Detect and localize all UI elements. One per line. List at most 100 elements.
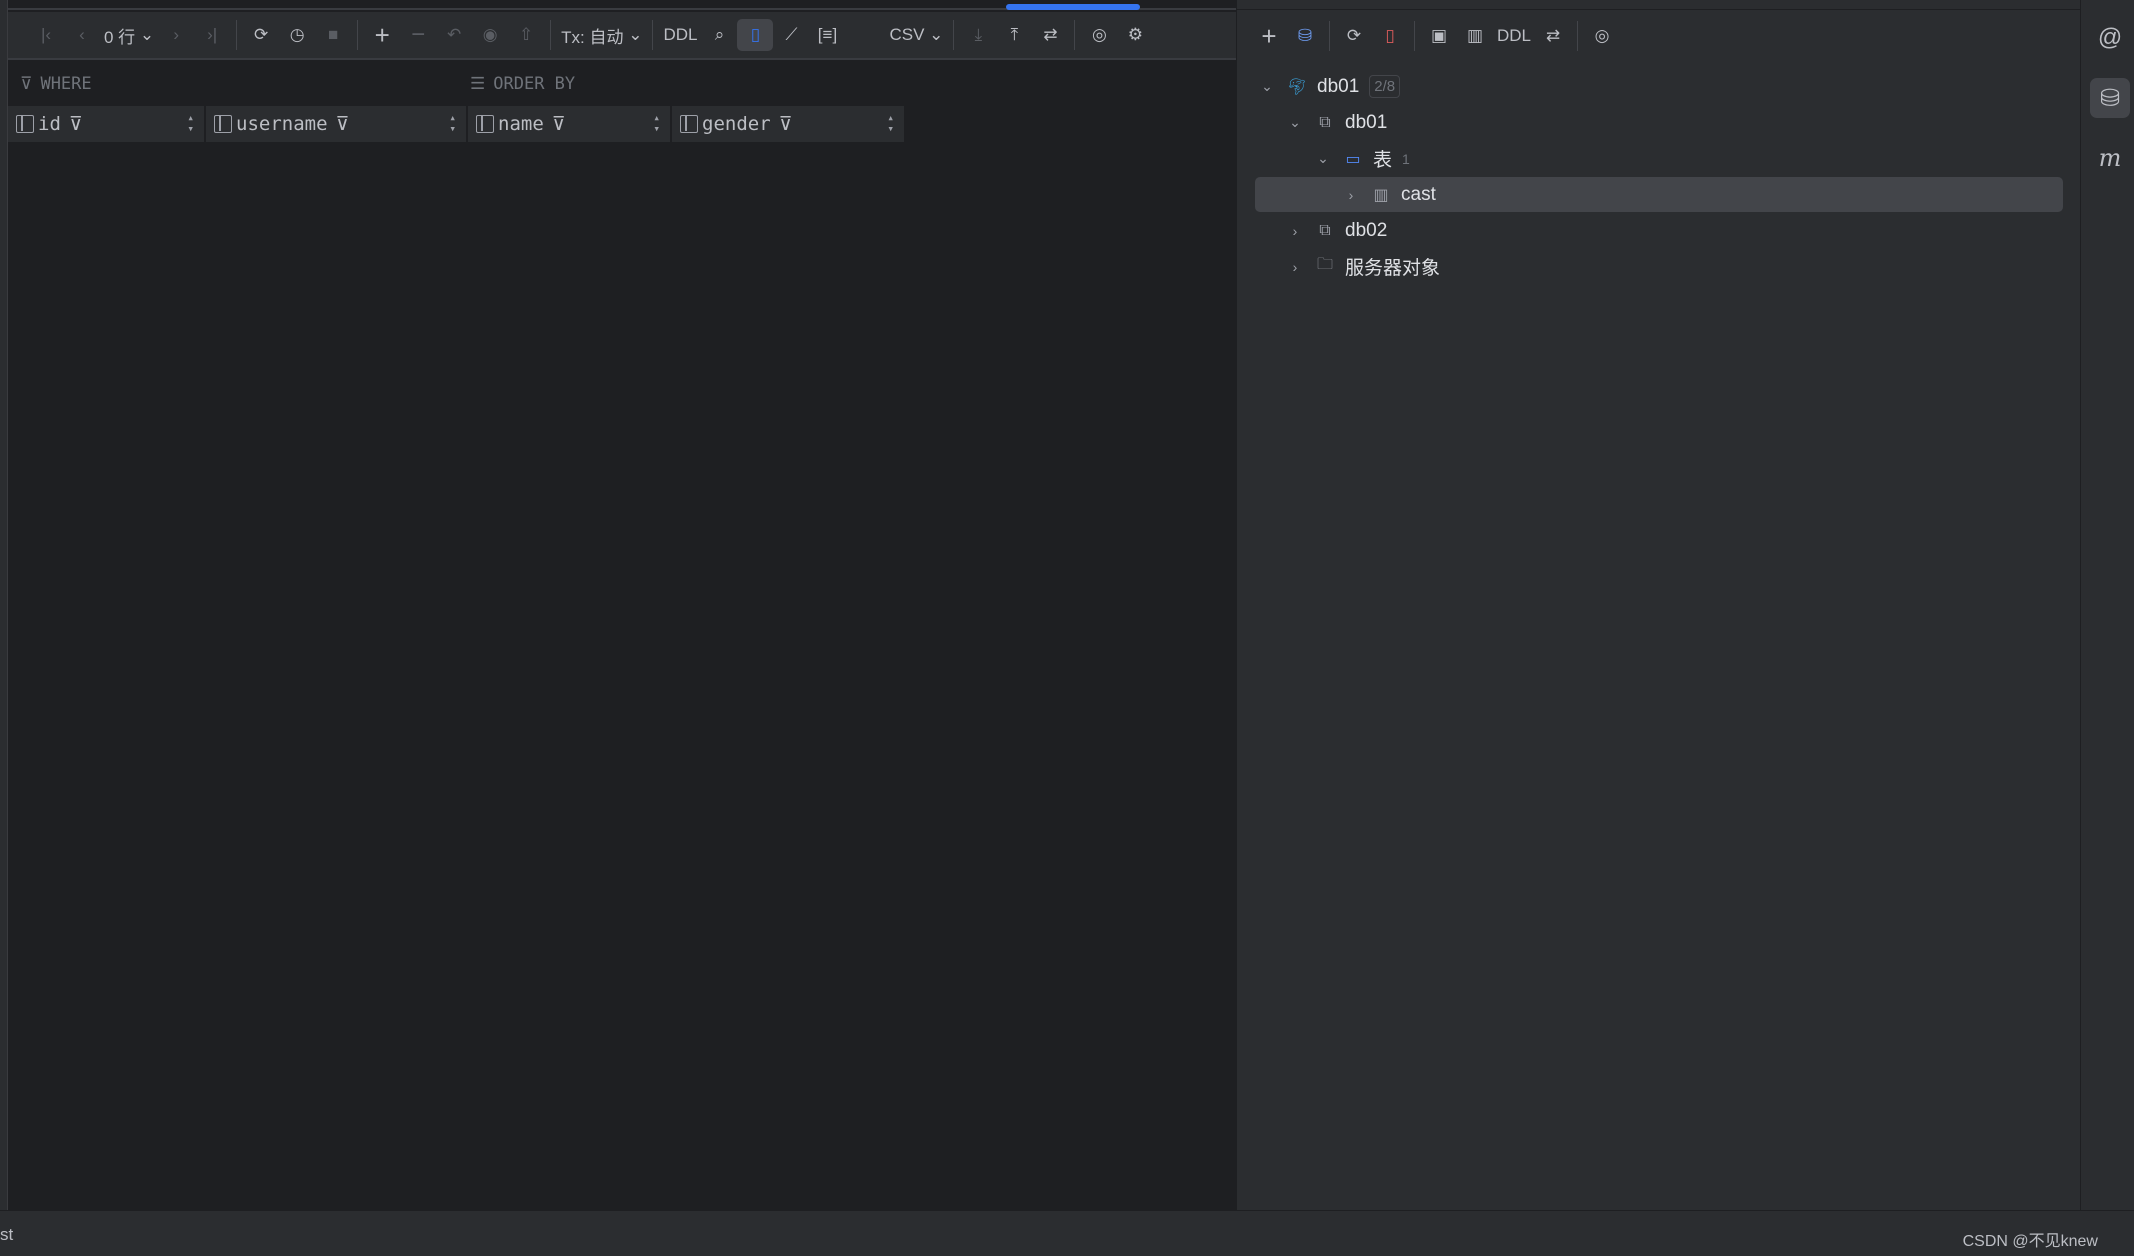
tree-label: db01	[1317, 75, 1360, 97]
submit-icon[interactable]: ⇧	[508, 19, 544, 51]
chevron-down-icon[interactable]: ⌄	[1257, 78, 1277, 95]
datasource-properties-icon[interactable]: ⛁	[1287, 20, 1323, 52]
ai-assistant-icon[interactable]: @	[2090, 18, 2130, 58]
status-text: st	[0, 1225, 14, 1244]
schema-icon: ⧉	[1319, 221, 1331, 239]
right-tool-strip: @ ⛁ m	[2080, 0, 2134, 1210]
row-count-dropdown[interactable]: 0 行 ⌄	[100, 19, 158, 51]
schema-icon: ⧉	[1319, 113, 1331, 131]
sort-arrows-icon[interactable]: ▴ ▾	[887, 112, 894, 134]
tree-item-table-cast[interactable]: › ▥ cast	[1255, 177, 2063, 212]
order-by-label: ORDER BY	[493, 74, 576, 94]
chevron-right-icon[interactable]: ›	[1285, 259, 1305, 275]
sort-arrows-icon[interactable]: ▴ ▾	[187, 112, 194, 134]
where-label: WHERE	[40, 74, 92, 94]
column-header-username[interactable]: username ⊽ ▴ ▾	[206, 106, 468, 142]
column-icon	[16, 115, 34, 133]
result-grid-panel	[8, 0, 1236, 1210]
divider	[357, 20, 359, 50]
tree-item-schema-db01[interactable]: ⌄ ⧉ db01	[1255, 105, 2063, 140]
tree-item-tables-folder[interactable]: ⌄ ▭ 表 1	[1255, 141, 2063, 176]
chevron-right-icon[interactable]: ›	[1341, 187, 1361, 203]
order-by-filter[interactable]: ☰ ORDER BY	[470, 74, 575, 94]
sort-arrows-icon[interactable]: ▴ ▾	[449, 112, 456, 134]
column-label: gender	[702, 113, 771, 135]
chevron-down-icon[interactable]: ⌄	[1285, 114, 1305, 131]
preview-icon[interactable]: ◉	[472, 19, 508, 51]
filter-row: ⊽ WHERE ☰ ORDER BY	[8, 66, 1236, 102]
divider	[236, 20, 238, 50]
revert-icon[interactable]: ↶	[436, 19, 472, 51]
refresh-icon[interactable]: ⟳	[243, 19, 279, 51]
prev-page-icon[interactable]: ‹	[64, 19, 100, 51]
divider	[1414, 21, 1415, 51]
divider	[1329, 21, 1330, 51]
column-filter-icon[interactable]: ⊽	[779, 113, 793, 135]
chevron-down-icon[interactable]: ⌄	[1313, 150, 1333, 167]
status-bar: st CSDN @不见knew	[0, 1210, 2134, 1256]
column-icon	[680, 115, 698, 133]
transpose-icon[interactable]: [≡]	[809, 19, 845, 51]
column-filter-icon[interactable]: ⊽	[552, 113, 566, 135]
chevron-right-icon[interactable]: ›	[1285, 223, 1305, 239]
compare-icon[interactable]: ⇄	[1032, 19, 1068, 51]
schema-count-badge: 2/8	[1369, 75, 1401, 98]
left-edge-strip	[0, 0, 8, 1210]
maven-icon[interactable]: m	[2090, 138, 2130, 178]
divider	[953, 20, 955, 50]
table-icon[interactable]: ▥	[1457, 20, 1493, 52]
divider	[1577, 21, 1579, 51]
progress-indicator	[1006, 4, 1140, 10]
compare-icon[interactable]: ⇄	[1535, 20, 1571, 52]
explorer-toolbar: + ⛁ ⟳ ▯ ▣ ▥ DDL ⇄ ◎	[1251, 18, 1620, 54]
upload-icon[interactable]: ⤒	[996, 19, 1032, 51]
mysql-icon: 🐬︎	[1286, 78, 1308, 96]
disconnect-icon[interactable]: ▯	[1372, 20, 1408, 52]
tree-label: cast	[1401, 183, 1436, 205]
column-filter-icon[interactable]: ⊽	[336, 113, 350, 135]
sort-arrows-icon[interactable]: ▴ ▾	[653, 112, 660, 134]
ddl-button[interactable]: DDL	[659, 19, 701, 51]
column-header-name[interactable]: name ⊽ ▴ ▾	[468, 106, 672, 142]
add-row-icon[interactable]: +	[364, 19, 400, 51]
ddl-button[interactable]: DDL	[1493, 20, 1535, 52]
view-icon[interactable]: ◎	[1584, 20, 1620, 52]
settings-icon[interactable]: ⚙	[1117, 19, 1153, 51]
next-page-icon[interactable]: ›	[158, 19, 194, 51]
tree-item-datasource[interactable]: ⌄ 🐬︎ db01 2/8	[1255, 69, 2063, 104]
last-page-icon[interactable]: ›|	[194, 19, 230, 51]
tree-item-schema-db02[interactable]: › ⧉ db02	[1255, 213, 2063, 248]
where-filter[interactable]: ⊽ WHERE	[20, 74, 92, 94]
transaction-mode-dropdown[interactable]: Tx: 自动 ⌄	[557, 19, 646, 51]
clock-icon[interactable]: ◷	[279, 19, 315, 51]
export-format-dropdown[interactable]: CSV ⌄	[885, 19, 947, 51]
view-icon[interactable]: ◎	[1081, 19, 1117, 51]
tree-label: 服务器对象	[1345, 258, 1441, 279]
divider	[652, 20, 654, 50]
tree-label: db02	[1345, 219, 1388, 241]
folder-icon: ▭	[1345, 150, 1361, 168]
refresh-icon[interactable]: ⟳	[1336, 20, 1372, 52]
delete-row-icon[interactable]: −	[400, 19, 436, 51]
add-icon[interactable]: +	[1251, 20, 1287, 52]
download-icon[interactable]: ⤓	[960, 19, 996, 51]
filter-toggle-icon[interactable]: ▯	[737, 19, 774, 51]
chart-icon[interactable]: ⟋	[773, 19, 809, 51]
search-icon[interactable]: ⌕	[701, 19, 737, 51]
row-count-label: 0 行	[104, 27, 136, 47]
table-icon: ▥	[1373, 186, 1389, 204]
first-page-icon[interactable]: |‹	[28, 19, 64, 51]
table-count: 1	[1402, 150, 1410, 167]
column-header-gender[interactable]: gender ⊽ ▴ ▾	[672, 106, 906, 142]
stop-icon[interactable]: ■	[315, 19, 351, 51]
column-label: username	[236, 113, 328, 135]
server-objects-icon: 🗀︎	[1316, 256, 1333, 273]
console-icon[interactable]: ▣	[1421, 20, 1457, 52]
column-icon	[476, 115, 494, 133]
database-icon[interactable]: ⛁	[2090, 78, 2130, 118]
column-header-id[interactable]: id ⊽ ▴ ▾	[8, 106, 206, 142]
column-filter-icon[interactable]: ⊽	[69, 113, 83, 135]
tree-item-server-objects[interactable]: › 🗀︎ 服务器对象	[1255, 249, 2063, 284]
tree-label: db01	[1345, 111, 1388, 133]
column-label: id	[38, 113, 61, 135]
